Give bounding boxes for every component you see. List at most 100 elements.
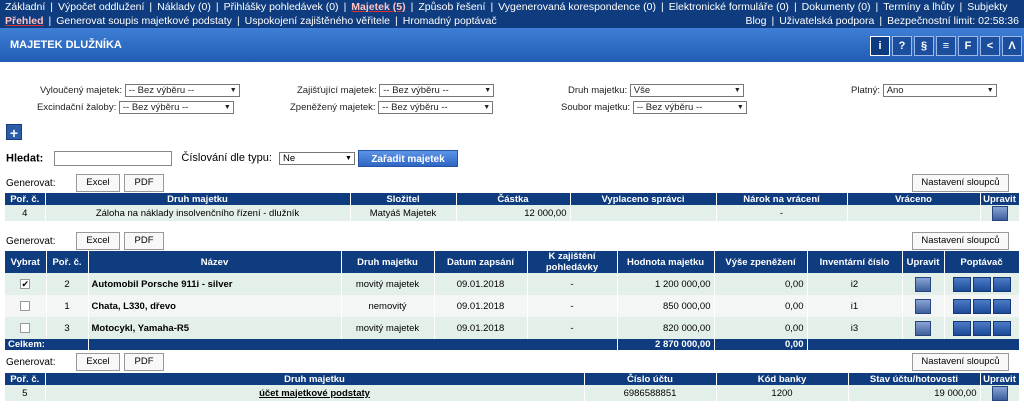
edit-icon[interactable] (915, 276, 931, 292)
cell: Motocykl, Yamaha-R5 (88, 317, 342, 339)
law-icon[interactable]: § (914, 36, 934, 56)
numbering-select[interactable]: Ne (278, 152, 355, 165)
col-header[interactable]: Druh majetku (45, 193, 351, 205)
excel-button[interactable]: Excel (76, 232, 120, 250)
price-query-icon[interactable] (952, 298, 971, 314)
vylouceny-select[interactable]: -- Bez výběru -- (124, 84, 240, 97)
nav-blog[interactable]: Blog (745, 15, 766, 27)
col-header[interactable]: Výše zpeněžení (714, 251, 808, 273)
col-header: Upravit (980, 193, 1020, 205)
back-icon[interactable]: < (980, 36, 1000, 56)
col-header[interactable]: Vyplaceno správci (570, 193, 717, 205)
table-row: 3 Motocykl, Yamaha-R5 movitý majetek 09.… (5, 317, 1020, 339)
select-checkbox[interactable] (20, 300, 31, 311)
filter-label: Druh majetku: (568, 85, 628, 97)
nav-korespondence[interactable]: Vygenerovaná korespondence (0) (498, 1, 656, 13)
col-header[interactable]: Číslo účtu (584, 373, 717, 385)
add-asset-button[interactable]: Zařadit majetek (358, 150, 458, 167)
nav-zpusob-reseni[interactable]: Způsob řešení (418, 1, 485, 13)
col-header[interactable]: Částka (456, 193, 571, 205)
select-checkbox[interactable] (20, 322, 31, 333)
col-header[interactable]: K zajištění pohledávky (527, 251, 618, 273)
cell (902, 317, 945, 339)
table-row: 4 Záloha na náklady insolvenčního řízení… (5, 205, 1020, 221)
buyer-query-icon[interactable] (992, 320, 1011, 336)
info-icon[interactable]: i (870, 36, 890, 56)
cell (88, 339, 618, 350)
col-header[interactable]: Kód banky (716, 373, 849, 385)
nav-subjekty[interactable]: Subjekty (967, 1, 1007, 13)
pdf-button[interactable]: PDF (124, 232, 164, 250)
add-filter-icon[interactable]: + (6, 124, 22, 141)
cell: 820 000,00 (617, 317, 715, 339)
price-query-icon[interactable] (952, 320, 971, 336)
search-input[interactable] (54, 151, 173, 166)
form-icon[interactable]: F (958, 36, 978, 56)
total-label: Celkem: (5, 339, 89, 350)
nav-terminy[interactable]: Termíny a lhůty (883, 1, 954, 13)
edit-icon[interactable] (915, 320, 931, 336)
col-header[interactable]: Druh majetku (45, 373, 585, 385)
excindacni-select[interactable]: -- Bez výběru -- (118, 101, 234, 114)
subnav-poptavac[interactable]: Hromadný poptávač (403, 15, 497, 27)
subnav-prehled[interactable]: Přehled (5, 15, 44, 27)
col-header[interactable]: Datum zapsání (434, 251, 528, 273)
filter-label: Platný: (851, 85, 881, 97)
help-icon[interactable]: ? (892, 36, 912, 56)
col-header: Upravit (980, 373, 1020, 385)
cell: 3 (46, 317, 89, 339)
zpenezeny-select[interactable]: -- Bez výběru -- (378, 101, 494, 114)
house-query-icon[interactable] (972, 276, 991, 292)
buyer-query-icon[interactable] (992, 276, 1011, 292)
price-query-icon[interactable] (952, 276, 971, 292)
filter-druh: Druh majetku: Vše (568, 84, 744, 97)
col-header[interactable]: Název (88, 251, 342, 273)
nav-prihlasky[interactable]: Přihlášky pohledávek (0) (224, 1, 339, 13)
zajistujici-select[interactable]: -- Bez výběru -- (379, 84, 495, 97)
nav-majetek[interactable]: Majetek (5) (351, 1, 405, 13)
cell: nemovitý (341, 295, 435, 317)
col-header[interactable]: Nárok na vrácení (716, 193, 848, 205)
subnav-uspokojeni[interactable]: Uspokojení zajištěného věřitele (245, 15, 390, 27)
col-header[interactable]: Poř. č. (46, 251, 89, 273)
account-link[interactable]: účet majetkové podstaty (45, 385, 585, 401)
col-header[interactable]: Stav účtu/hotovosti (848, 373, 981, 385)
edit-icon[interactable] (991, 205, 1008, 221)
buyer-query-icon[interactable] (992, 298, 1011, 314)
cell: 0,00 (714, 273, 808, 295)
pdf-button[interactable]: PDF (124, 353, 164, 371)
soubor-select[interactable]: -- Bez výběru -- (632, 101, 747, 114)
house-query-icon[interactable] (972, 320, 991, 336)
table-row: ✔ 2 Automobil Porsche 911i - silver movi… (5, 273, 1020, 295)
nav-support[interactable]: Uživatelská podpora (779, 15, 874, 27)
col-header[interactable]: Hodnota majetku (617, 251, 715, 273)
collapse-icon[interactable]: Λ (1002, 36, 1022, 56)
col-header[interactable]: Druh majetku (341, 251, 435, 273)
druh-select[interactable]: Vše (629, 84, 744, 97)
search-label: Hledat: (6, 152, 44, 165)
col-header[interactable]: Poř. č. (5, 193, 46, 205)
col-header[interactable]: Inventární číslo (807, 251, 903, 273)
excel-button[interactable]: Excel (76, 353, 120, 371)
list-icon[interactable]: ≡ (936, 36, 956, 56)
cell: Záloha na náklady insolvenčního řízení -… (45, 205, 351, 221)
column-settings-button[interactable]: Nastavení sloupců (912, 353, 1009, 371)
col-header[interactable]: Vráceno (847, 193, 981, 205)
nav-zakladni[interactable]: Základní (5, 1, 45, 13)
col-header[interactable]: Složitel (350, 193, 457, 205)
edit-icon[interactable] (915, 298, 931, 314)
subnav-soupis[interactable]: Generovat soupis majetkové podstaty (56, 15, 232, 27)
nav-vypocet[interactable]: Výpočet oddlužení (58, 1, 144, 13)
nav-naklady[interactable]: Náklady (0) (157, 1, 211, 13)
column-settings-button[interactable]: Nastavení sloupců (912, 232, 1009, 250)
col-header[interactable]: Poř. č. (5, 373, 46, 385)
nav-formulare[interactable]: Elektronické formuláře (0) (669, 1, 789, 13)
pdf-button[interactable]: PDF (124, 174, 164, 192)
excel-button[interactable]: Excel (76, 174, 120, 192)
nav-dokumenty[interactable]: Dokumenty (0) (802, 1, 871, 13)
select-checkbox[interactable]: ✔ (20, 278, 31, 289)
house-query-icon[interactable] (972, 298, 991, 314)
platny-select[interactable]: Ano (882, 84, 997, 97)
edit-icon[interactable] (991, 385, 1008, 401)
column-settings-button[interactable]: Nastavení sloupců (912, 174, 1009, 192)
